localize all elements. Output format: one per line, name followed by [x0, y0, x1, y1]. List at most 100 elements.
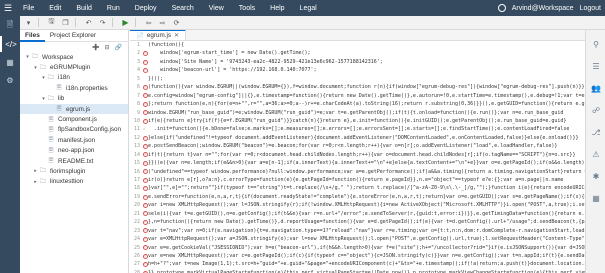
- menu-file[interactable]: File: [23, 5, 34, 12]
- menu-search[interactable]: Search: [172, 5, 194, 12]
- menu-icon[interactable]: ☰: [0, 0, 16, 16]
- tab-project-explorer[interactable]: Project Explorer: [45, 30, 101, 42]
- chevron-down-icon[interactable]: ▾: [32, 65, 39, 71]
- toolbar-divider: [38, 18, 39, 27]
- sync-icon[interactable]: ⟳: [171, 17, 182, 28]
- error-icon[interactable]: !: [142, 118, 148, 124]
- error-icon[interactable]: !: [142, 177, 148, 183]
- new-file-icon[interactable]: ➕: [92, 44, 99, 51]
- code-text: sele(i){var t=e.getGUID(),n=e.getConfig(…: [148, 210, 585, 217]
- menu-build[interactable]: Build: [76, 5, 92, 12]
- chevron-down-icon[interactable]: ▾: [24, 54, 31, 60]
- menu-tools[interactable]: Tools: [239, 5, 255, 12]
- menu-edit[interactable]: Edit: [49, 5, 61, 12]
- files-tools: ➕ ⊟ 🔗: [20, 42, 128, 52]
- link-icon[interactable]: 🔗: [115, 44, 122, 51]
- run-icon[interactable]: ▶: [120, 17, 131, 28]
- tree-item[interactable]: ▾ 🗀 eGRUMPlugin: [20, 62, 128, 72]
- code-text: }})(e){var n=e.length;if(e&&n>0){var a=e…: [148, 160, 585, 167]
- save-all-icon[interactable]: ❐: [60, 17, 71, 28]
- warning-icon[interactable]: ⚠: [586, 146, 605, 162]
- tree-item[interactable]: ▾ 🗀 Workspace: [20, 52, 128, 62]
- error-icon[interactable]: !: [142, 143, 148, 149]
- line-number: 6: [136, 84, 140, 91]
- git-icon[interactable]: ⎇: [586, 124, 605, 140]
- error-icon[interactable]: !: [142, 101, 148, 107]
- menu-legal[interactable]: Legal: [300, 5, 317, 12]
- forward-icon[interactable]: ⇨: [157, 17, 168, 28]
- settings-icon[interactable]: ⚙: [0, 72, 20, 88]
- line-number: 5: [136, 75, 140, 82]
- error-icon[interactable]: !: [142, 160, 148, 166]
- error-icon[interactable]: !: [142, 194, 148, 200]
- tab-files[interactable]: Files: [20, 30, 45, 42]
- error-icon[interactable]: !: [142, 203, 148, 209]
- line-number: 11: [133, 126, 140, 133]
- menu-help[interactable]: Help: [270, 5, 284, 12]
- console-icon[interactable]: ▦: [586, 190, 605, 206]
- code-text: window.EGRUM("run_base_guid")=e;window.E…: [148, 109, 564, 116]
- close-icon[interactable]: ✕: [174, 32, 179, 39]
- user-name[interactable]: Arvind@Workspace: [512, 5, 574, 12]
- error-icon[interactable]: !: [142, 84, 148, 90]
- error-icon[interactable]: !: [142, 236, 148, 242]
- warning-icon[interactable]: ⚠: [143, 127, 148, 132]
- code-text: e.config=window["egrum-config"]||{},e.ti…: [148, 92, 585, 99]
- error-icon[interactable]: !: [142, 51, 148, 57]
- tree-item[interactable]: ▸ 🗀 linuxtesttion: [20, 177, 128, 187]
- code-line: 20! var i=new XMLHttpRequest();var l=JSON…: [130, 201, 585, 209]
- files-icon[interactable]: 🗎: [0, 18, 20, 34]
- logout-link[interactable]: Logout: [580, 5, 601, 12]
- debug-icon[interactable]: ✱: [586, 168, 605, 184]
- tree-item[interactable]: 🗎 egrum.js: [20, 103, 128, 115]
- code-text: var i=new XMLHttpRequest();var l=JSON.st…: [148, 202, 585, 209]
- error-icon[interactable]: !: [142, 135, 148, 141]
- tree-item[interactable]: 🗎 Component.js: [20, 114, 128, 124]
- chevron-down-icon[interactable]: ▾: [40, 96, 47, 102]
- error-icon[interactable]: !: [142, 262, 148, 268]
- undo-icon[interactable]: ↶: [83, 17, 94, 28]
- error-icon[interactable]: !: [142, 219, 148, 225]
- chevron-down-icon[interactable]: ▾: [40, 75, 47, 81]
- tree-item[interactable]: 🗎 manifest.json: [20, 135, 128, 145]
- error-icon[interactable]: !: [142, 68, 148, 74]
- error-icon[interactable]: !: [142, 228, 148, 234]
- editor-tab[interactable]: 📄 egrum.js ✕: [130, 30, 187, 40]
- tree-item[interactable]: ▸ 🗀 fiorimsplugin: [20, 166, 128, 176]
- menu-deploy[interactable]: Deploy: [135, 5, 157, 12]
- error-icon[interactable]: !: [142, 93, 148, 99]
- menu-view[interactable]: View: [209, 5, 224, 12]
- collapse-icon[interactable]: ⊟: [104, 44, 109, 51]
- dropdown-icon[interactable]: ▾: [23, 17, 34, 28]
- save-icon[interactable]: 🖫: [46, 17, 57, 28]
- error-icon[interactable]: !: [142, 245, 148, 251]
- layout-icon[interactable]: ▦: [0, 54, 20, 70]
- code-icon[interactable]: </>: [0, 36, 20, 52]
- code-text: (function(){: [148, 42, 185, 48]
- error-icon[interactable]: !: [142, 186, 148, 192]
- collaboration-icon[interactable]: 👥: [586, 80, 605, 96]
- tree-item[interactable]: ▾ 🗀 lib: [20, 94, 128, 104]
- tree-item[interactable]: 🗎 neo-app.json: [20, 146, 128, 156]
- back-icon[interactable]: ⇦: [143, 17, 154, 28]
- error-icon[interactable]: !: [142, 110, 148, 116]
- tree-item[interactable]: ▾ 🗀 i18n: [20, 73, 128, 83]
- error-icon[interactable]: !: [142, 253, 148, 259]
- tree-item[interactable]: 🗎 flpSandboxConfig.json: [20, 125, 128, 135]
- user-area: Arvind@Workspace Logout: [497, 0, 601, 16]
- outline-icon[interactable]: ☰: [586, 58, 605, 74]
- redo-icon[interactable]: ↷: [97, 17, 108, 28]
- menu-run[interactable]: Run: [107, 5, 120, 12]
- code-area[interactable]: 1 (function(){2! window['egrum-start_time…: [130, 41, 585, 273]
- chevron-right-icon[interactable]: ▸: [32, 179, 39, 185]
- error-icon[interactable]: !: [142, 211, 148, 217]
- chevron-right-icon[interactable]: ▸: [32, 168, 39, 174]
- api-icon[interactable]: ☍: [586, 102, 605, 118]
- tree-item[interactable]: 🗎 i18n.properties: [20, 83, 128, 93]
- error-icon[interactable]: !: [142, 59, 148, 65]
- search-icon[interactable]: ⚲: [586, 36, 605, 52]
- error-icon[interactable]: !: [142, 169, 148, 175]
- tree-item[interactable]: 🗎 README.txt: [20, 156, 128, 166]
- error-icon[interactable]: !: [142, 152, 148, 158]
- code-line: 22!},n=function(){return new Date().getT…: [130, 218, 585, 226]
